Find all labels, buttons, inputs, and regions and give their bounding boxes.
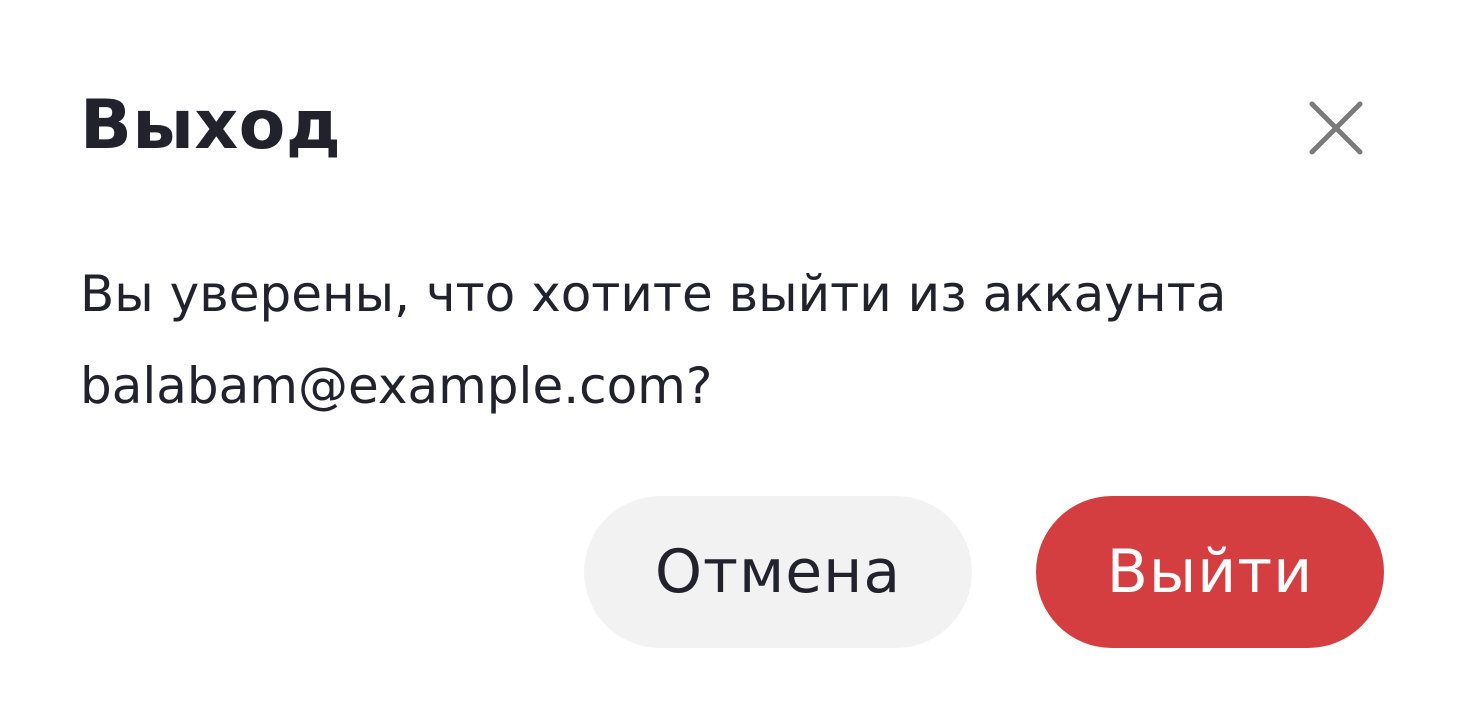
logout-button[interactable]: Выйти <box>1036 496 1384 648</box>
dialog-title: Выход <box>80 86 342 165</box>
close-button[interactable] <box>1300 92 1372 164</box>
dialog-message: Вы уверены, что хотите выйти из аккаунта… <box>80 248 1380 432</box>
close-icon <box>1306 98 1366 158</box>
account-email: balabam@example.com? <box>80 357 713 415</box>
message-text: Вы уверены, что хотите выйти из аккаунта <box>80 265 1227 323</box>
logout-dialog: Выход Вы уверены, что хотите выйти из ак… <box>0 0 1464 728</box>
cancel-button[interactable]: Отмена <box>584 496 972 648</box>
